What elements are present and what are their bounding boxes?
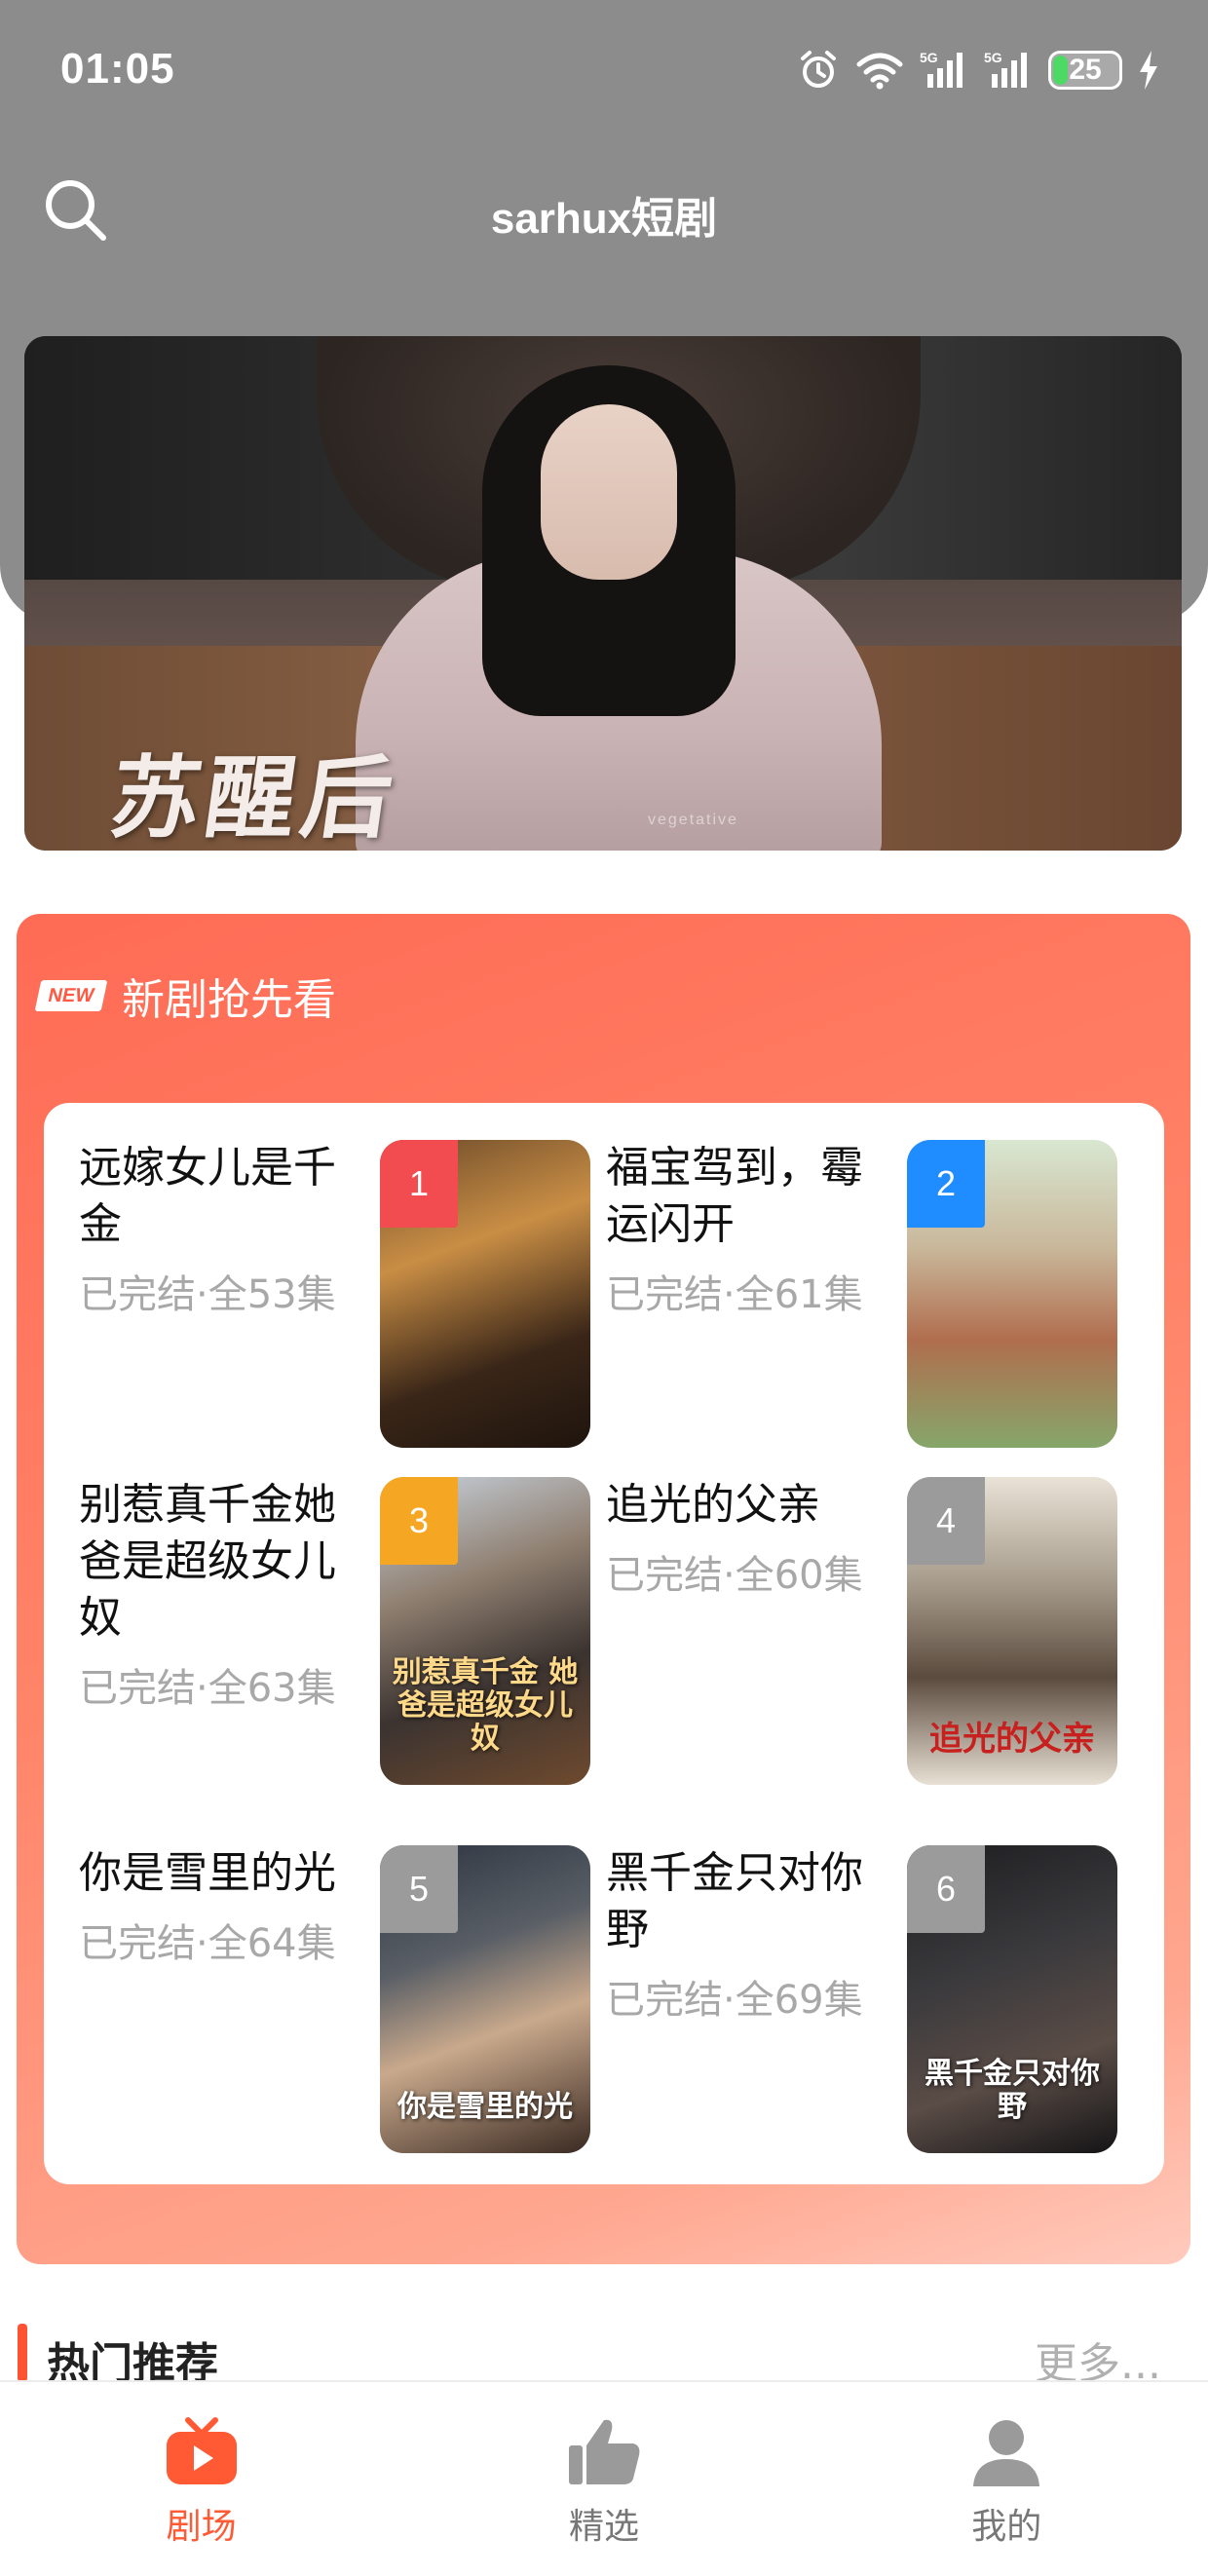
user-icon: [973, 2419, 1040, 2486]
drama-meta: 已完结·全64集: [79, 1921, 336, 1966]
cover-caption: 你是雪里的光: [397, 2090, 573, 2124]
rank-badge: 2: [907, 1140, 985, 1228]
banner-title: 苏醒后: [103, 745, 405, 851]
rank-badge: 6: [907, 1845, 985, 1933]
app-title: sarhux短剧: [490, 195, 718, 243]
tv-play-icon: [166, 2416, 237, 2484]
banner-subtitle: vegetative: [648, 812, 738, 828]
drama-meta: 已完结·全69集: [606, 1978, 863, 2023]
drama-title: 你是雪里的光: [79, 1848, 336, 1898]
drama-item-2[interactable]: 福宝驾到，霉运闪开 已完结·全61集 2: [606, 1140, 1129, 1448]
drama-cover[interactable]: 别惹真千金 她爸是超级女儿奴 3: [380, 1477, 590, 1785]
drama-item-1[interactable]: 远嫁女儿是千金 已完结·全53集 1: [79, 1140, 602, 1448]
drama-item-5[interactable]: 你是雪里的光 已完结·全64集 你是雪里的光 5: [79, 1845, 602, 2153]
drama-cover[interactable]: 追光的父亲 4: [907, 1477, 1117, 1785]
drama-item-4[interactable]: 追光的父亲 已完结·全60集 追光的父亲 4: [606, 1477, 1129, 1816]
rank-badge: 5: [380, 1845, 458, 1933]
drama-item-3[interactable]: 别惹真千金她爸是超级女儿奴 已完结·全63集 别惹真千金 她爸是超级女儿奴 3: [79, 1477, 602, 1816]
drama-title: 追光的父亲: [606, 1480, 820, 1530]
rank-badge: 3: [380, 1477, 458, 1565]
battery-level: 25: [1069, 54, 1102, 86]
cover-caption: 别惹真千金 她爸是超级女儿奴: [392, 1655, 579, 1756]
featured-banner[interactable]: 苏醒后 vegetative: [24, 336, 1182, 851]
cover-caption: 追光的父亲: [929, 1720, 1095, 1759]
new-badge: NEW: [34, 980, 108, 1011]
rank-badge: 1: [380, 1140, 458, 1228]
drama-title: 别惹真千金她爸是超级女儿奴: [79, 1480, 336, 1643]
status-bar: 01:05 5G 5G 25: [0, 0, 1208, 146]
nav-item-featured[interactable]: 精选: [458, 2410, 750, 2549]
drama-grid: 远嫁女儿是千金 已完结·全53集 1 福宝驾到，霉运闪开 已完结·全61集 2: [79, 1140, 1129, 2153]
nav-label: 我的: [971, 2506, 1042, 2547]
drama-cover[interactable]: 2: [907, 1140, 1117, 1448]
nav-label: 剧场: [166, 2506, 237, 2547]
drama-cover[interactable]: 1: [380, 1140, 590, 1448]
drama-meta: 已完结·全53集: [79, 1272, 336, 1317]
new-section-title: 新剧抢先看: [122, 975, 336, 1025]
battery-indicator: 25: [1048, 51, 1122, 90]
nav-item-mine[interactable]: 我的: [860, 2410, 1152, 2549]
signal-2-label: 5G: [984, 50, 1002, 65]
status-icons: 5G 5G 25: [797, 43, 1159, 97]
bottom-nav: 剧场 精选 我的: [0, 2380, 1208, 2576]
new-drama-card: 远嫁女儿是千金 已完结·全53集 1 福宝驾到，霉运闪开 已完结·全61集 2: [44, 1103, 1164, 2184]
rank-badge: 4: [907, 1477, 985, 1565]
thumbs-up-icon: [568, 2419, 640, 2484]
alarm-icon: [801, 51, 836, 88]
charging-icon: [1140, 51, 1157, 90]
nav-item-theater[interactable]: 剧场: [56, 2410, 348, 2549]
hot-section-accent: [18, 2324, 27, 2382]
drama-title: 福宝驾到，霉运闪开: [606, 1143, 863, 1249]
signal-5g-icon: 5G: [920, 50, 963, 88]
drama-meta: 已完结·全61集: [606, 1272, 863, 1317]
new-drama-section: NEW 新剧抢先看 远嫁女儿是千金 已完结·全53集 1 福宝驾到，霉运闪开 已…: [17, 914, 1190, 2264]
signal-1-label: 5G: [920, 50, 938, 65]
drama-item-6[interactable]: 黑千金只对你野 已完结·全69集 黑千金只对你野 6: [606, 1845, 1129, 2153]
drama-meta: 已完结·全60集: [606, 1553, 863, 1598]
drama-cover[interactable]: 你是雪里的光 5: [380, 1845, 590, 2153]
wifi-icon: [856, 53, 903, 90]
drama-title: 黑千金只对你野: [606, 1848, 863, 1954]
signal-5g-icon-2: 5G: [984, 50, 1027, 88]
drama-cover[interactable]: 黑千金只对你野 6: [907, 1845, 1117, 2153]
cover-caption: 黑千金只对你野: [925, 2057, 1100, 2124]
new-section-header: NEW 新剧抢先看: [34, 965, 336, 1027]
drama-title: 远嫁女儿是千金: [79, 1143, 336, 1249]
status-time: 01:05: [60, 45, 175, 93]
nav-label: 精选: [568, 2506, 639, 2547]
drama-meta: 已完结·全63集: [79, 1666, 336, 1711]
